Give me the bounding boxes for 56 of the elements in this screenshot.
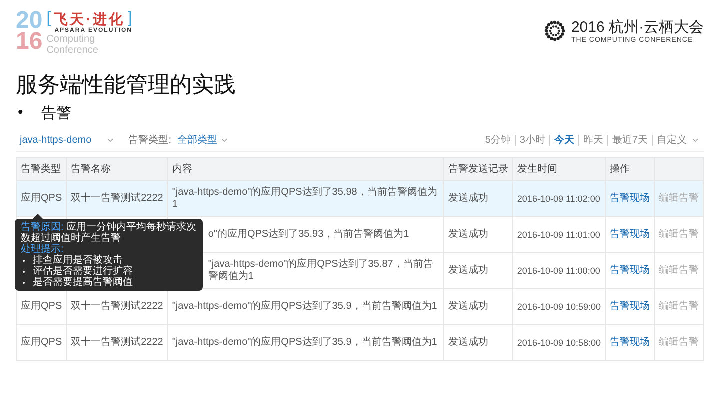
slide-title: 服务端性能管理的实践 bbox=[16, 72, 237, 98]
table-cell: 2016-10-09 11:01:00 bbox=[517, 230, 600, 240]
column-header: 内容 bbox=[172, 164, 192, 175]
time-range-tab[interactable]: 今天 bbox=[549, 134, 578, 146]
logo-year: 16 bbox=[16, 31, 43, 52]
logo-text: Computing bbox=[46, 34, 96, 45]
logo-text: Conference bbox=[46, 45, 100, 56]
dotted-circle-logo-icon bbox=[544, 20, 566, 42]
tooltip-text: 评估是否需要进行扩容 bbox=[33, 266, 133, 277]
column-header: 发生时间 bbox=[517, 164, 558, 175]
table-row[interactable]: 应用QPS 双十一告警测试2222 "java-https-demo"的应用QPS达到了35.9，当前告警阈值为1 发送成功 2016-10-09 10:58:00 告警现场 编辑告警 bbox=[16, 324, 704, 360]
type-dropdown[interactable]: 全部类型 bbox=[177, 133, 230, 147]
tooltip-text: 是否需要提高告警阈值 bbox=[33, 277, 133, 288]
table-cell: 2016-10-09 10:58:00 bbox=[517, 338, 601, 348]
bullet-marker: • bbox=[18, 104, 24, 123]
table-cell: 双十一告警测试2222 bbox=[71, 192, 164, 204]
time-range-tab[interactable]: 昨天 bbox=[578, 134, 608, 146]
table-cell: "java-https-demo"的应用QPS达到了35.98，当前告警阈值为1 bbox=[172, 186, 438, 210]
column-header: 告警名称 bbox=[71, 164, 112, 175]
table-cell: 应用QPS bbox=[21, 300, 62, 312]
table-cell: 2016-10-09 11:02:00 bbox=[517, 194, 600, 204]
time-range-tab[interactable]: 3小时 bbox=[514, 134, 550, 146]
logo-bracket: [ bbox=[46, 10, 52, 28]
table-cell: 2016-10-09 10:59:00 bbox=[517, 302, 601, 312]
tooltip-text: 告警原因: 应用一分钟内平均每秒请求次数超过阈值时产生告警 bbox=[21, 222, 197, 244]
table-row[interactable]: 应用QPS 双十一告警测试2222 "java-https-demo"的应用QPS达到了35.98，当前告警阈值为1 发送成功 2016-10-09 11:02:00 告警现场 编辑告警 bbox=[16, 180, 704, 216]
table-cell: "java-https-demo"的应用QPS达到了35.87，当前告警阈值为1 bbox=[208, 258, 434, 282]
table-cell: o"的应用QPS达到了35.93，当前告警阈值为1 bbox=[208, 228, 410, 240]
time-range-tab[interactable]: 最近7天 bbox=[607, 134, 652, 146]
table-cell: "java-https-demo"的应用QPS达到了35.9，当前告警阈值为1 bbox=[172, 300, 438, 312]
table-row[interactable]: 应用QPS 双十一告警测试2222 "java-https-demo"的应用QPS达到了35.9，当前告警阈值为1 发送成功 2016-10-09 10:59:00 告警现场 编辑告警 bbox=[16, 288, 704, 324]
bullet-text: 告警 bbox=[41, 104, 72, 123]
logo-bracket: ] bbox=[128, 10, 132, 28]
table-cell: 发送成功 bbox=[448, 300, 488, 312]
app-dropdown[interactable]: java-https-demo bbox=[20, 134, 115, 146]
table-cell: "java-https-demo"的应用QPS达到了35.9，当前告警阈值为1 bbox=[172, 336, 438, 348]
table-cell: 发送成功 bbox=[448, 192, 488, 204]
table-cell: 应用QPS bbox=[21, 192, 62, 204]
column-header: 操作 bbox=[610, 164, 630, 175]
table-cell: 发送成功 bbox=[448, 336, 488, 348]
column-header: 告警发送记录 bbox=[448, 164, 508, 175]
column-header: 告警类型 bbox=[21, 164, 61, 175]
table-cell: 双十一告警测试2222 bbox=[71, 300, 164, 312]
logo-title: 飞天·进化 bbox=[54, 10, 125, 28]
table-cell: 双十一告警测试2222 bbox=[71, 336, 164, 348]
filter-label: 告警类型: bbox=[128, 134, 172, 147]
tooltip-text: 排查应用是否被攻击 bbox=[33, 255, 123, 266]
table-cell: 发送成功 bbox=[448, 264, 488, 276]
tooltip-label: 处理提示: bbox=[21, 244, 65, 255]
table-cell: 发送成功 bbox=[448, 228, 488, 240]
time-range-tab[interactable]: 5分钟 bbox=[481, 134, 515, 146]
conference-title: 2016 杭州·云栖大会 bbox=[571, 18, 704, 37]
table-cell: 2016-10-09 11:00:00 bbox=[517, 266, 600, 276]
time-range-tab[interactable]: 自定义 bbox=[652, 134, 691, 146]
table-cell: 应用QPS bbox=[21, 336, 62, 348]
logo-year: 20 bbox=[16, 10, 43, 31]
